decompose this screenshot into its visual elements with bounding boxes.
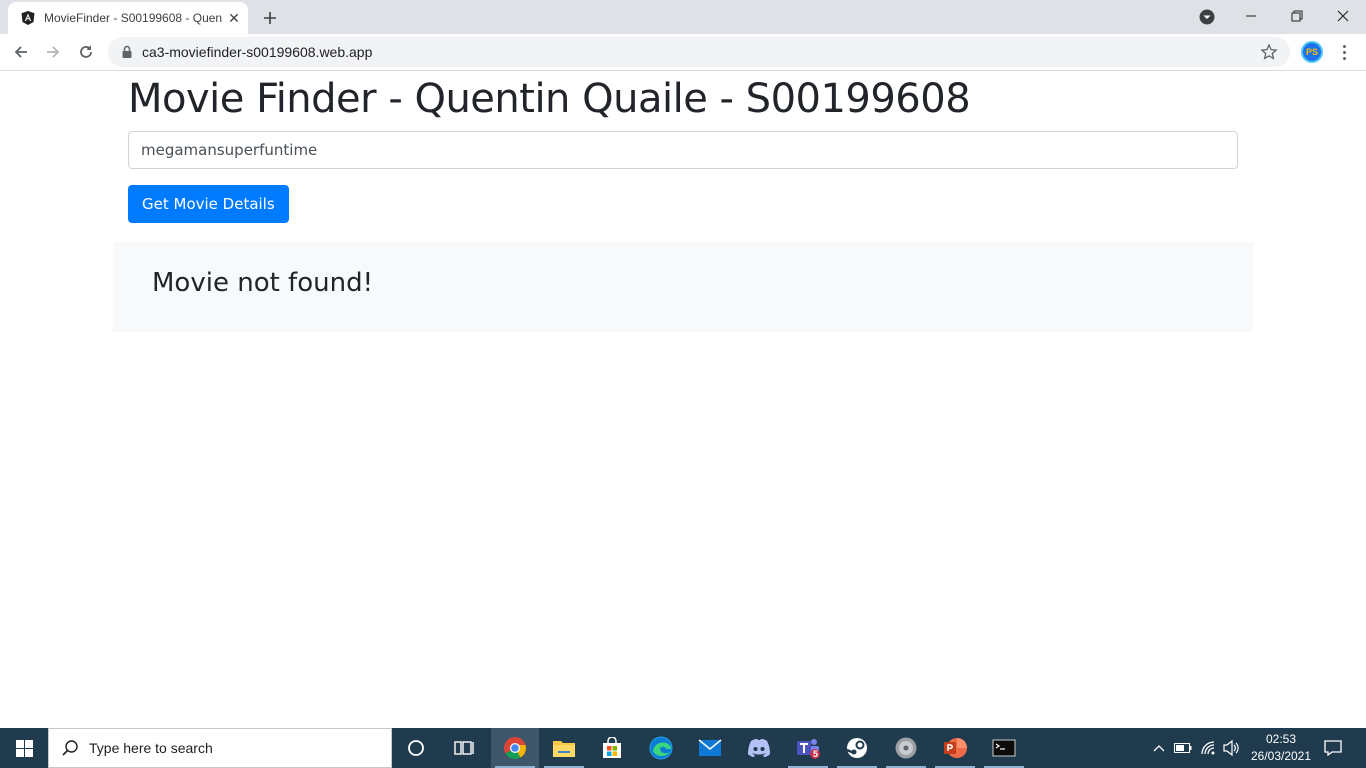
- browser-menu-button[interactable]: [1334, 42, 1354, 62]
- powerpoint-icon: [944, 738, 967, 758]
- restore-icon: [1291, 10, 1303, 22]
- show-hidden-icons-button[interactable]: [1150, 728, 1168, 768]
- taskbar-steam[interactable]: [833, 728, 881, 768]
- taskbar-edge[interactable]: [637, 728, 685, 768]
- bookmark-star-icon[interactable]: [1260, 43, 1278, 61]
- minimize-icon: [1246, 15, 1256, 17]
- task-view-icon: [454, 741, 474, 755]
- movie-search-input[interactable]: [128, 131, 1238, 169]
- tab-title: MovieFinder - S00199608 - Quentin Quaile: [44, 11, 222, 25]
- wifi-icon[interactable]: [1198, 728, 1220, 768]
- windows-taskbar: Type here to search 5 02:53 26/03/2021: [0, 728, 1366, 768]
- browser-tab-strip: MovieFinder - S00199608 - Quentin Quaile…: [0, 0, 1366, 34]
- battery-icon[interactable]: [1172, 728, 1194, 768]
- notification-icon: [1324, 740, 1342, 756]
- address-bar[interactable]: ca3-moviefinder-s00199608.web.app: [108, 37, 1290, 67]
- chevron-up-icon: [1153, 745, 1165, 752]
- disc-icon: [895, 737, 917, 759]
- restore-button[interactable]: [1274, 0, 1320, 32]
- mail-icon: [698, 739, 722, 756]
- volume-icon[interactable]: [1221, 728, 1243, 768]
- arrow-left-icon: [14, 46, 27, 58]
- task-view-button[interactable]: [440, 728, 488, 768]
- close-icon[interactable]: ✕: [226, 10, 242, 26]
- main-container: Movie Finder - Quentin Quaile - S0019960…: [113, 71, 1253, 223]
- angular-icon: [20, 10, 36, 26]
- taskbar-mail[interactable]: [686, 728, 734, 768]
- clock-date: 26/03/2021: [1250, 749, 1312, 763]
- terminal-icon: [992, 739, 1016, 757]
- discord-icon: [748, 739, 770, 757]
- taskbar-terminal[interactable]: [980, 728, 1028, 768]
- get-movie-details-button[interactable]: Get Movie Details: [128, 185, 289, 223]
- taskbar-powerpoint[interactable]: [931, 728, 979, 768]
- result-panel: Movie not found!: [113, 242, 1253, 332]
- taskbar-file-explorer[interactable]: [540, 728, 588, 768]
- chrome-icon: [504, 737, 526, 759]
- reload-icon: [80, 45, 92, 58]
- browser-toolbar: ca3-moviefinder-s00199608.web.app: [0, 34, 1366, 71]
- close-window-button[interactable]: [1320, 0, 1366, 32]
- edge-icon: [649, 736, 673, 760]
- taskbar-discord[interactable]: [735, 728, 783, 768]
- profile-avatar[interactable]: PS: [1301, 41, 1323, 63]
- arrow-right-icon: [47, 46, 60, 58]
- tab-search-button[interactable]: [1198, 8, 1216, 26]
- action-center-button[interactable]: [1318, 728, 1348, 768]
- close-icon: [1337, 10, 1349, 22]
- store-icon: [603, 737, 621, 758]
- reload-button[interactable]: [74, 40, 98, 64]
- start-button[interactable]: [0, 728, 48, 768]
- browser-tab[interactable]: MovieFinder - S00199608 - Quentin Quaile…: [8, 2, 248, 34]
- url-text: ca3-moviefinder-s00199608.web.app: [142, 44, 373, 60]
- taskbar-search-placeholder: Type here to search: [89, 740, 213, 756]
- steam-icon: [846, 738, 867, 758]
- teams-notification-badge: 5: [813, 749, 819, 759]
- taskbar-store[interactable]: [588, 728, 636, 768]
- forward-button[interactable]: [41, 40, 65, 64]
- taskbar-search-box[interactable]: Type here to search: [48, 728, 392, 768]
- new-tab-button[interactable]: [258, 6, 282, 30]
- page-content: Movie Finder - Quentin Quaile - S0019960…: [0, 71, 1366, 728]
- taskbar-chrome[interactable]: [491, 728, 539, 768]
- taskbar-clock[interactable]: 02:53 26/03/2021: [1248, 731, 1314, 765]
- result-message: Movie not found!: [152, 268, 373, 298]
- taskbar-teams[interactable]: 5: [784, 728, 832, 768]
- chevron-down-icon: [1199, 9, 1215, 25]
- folder-icon: [553, 741, 575, 757]
- page-title: Movie Finder - Quentin Quaile - S0019960…: [128, 76, 971, 122]
- clock-time: 02:53: [1265, 732, 1297, 746]
- search-icon: [62, 740, 78, 756]
- minimize-button[interactable]: [1228, 0, 1274, 32]
- taskbar-app-disc[interactable]: [882, 728, 930, 768]
- lock-icon[interactable]: [120, 45, 134, 59]
- cortana-button[interactable]: [392, 728, 440, 768]
- back-button[interactable]: [9, 40, 33, 64]
- windows-icon: [15, 739, 33, 757]
- plus-icon: [264, 12, 276, 24]
- cortana-icon: [408, 740, 424, 756]
